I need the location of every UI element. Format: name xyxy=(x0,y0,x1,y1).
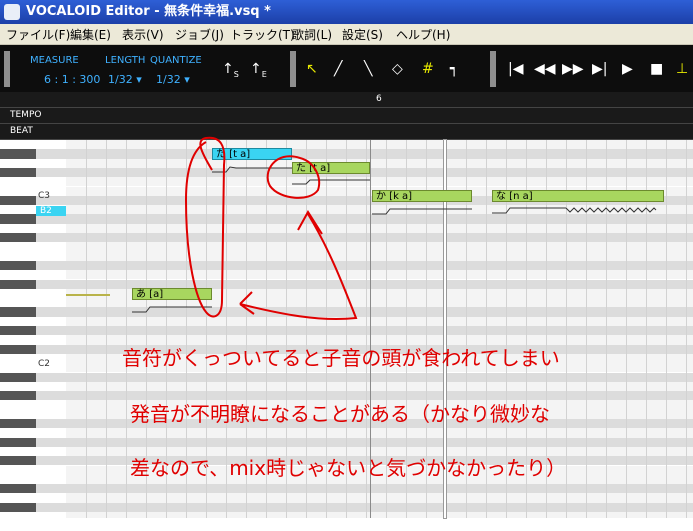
annotation-line-3: 差なので、mix時じゃないと気づかなかったり） xyxy=(130,456,567,480)
pitch-line-ka xyxy=(372,208,472,215)
pitch-line-ta-2 xyxy=(292,179,370,185)
pitch-line-na xyxy=(492,207,566,214)
pitch-overlay xyxy=(132,136,657,321)
pitch-line-a xyxy=(132,306,212,313)
white-key[interactable] xyxy=(0,521,66,531)
vibrato-line-na xyxy=(565,207,657,213)
annotation-vertical-outline xyxy=(184,136,226,318)
annotation-circle xyxy=(266,155,320,199)
annotation-line-2: 発音が不明瞭になることがある（かなり微妙な xyxy=(130,402,550,426)
annotation-arrow-up xyxy=(239,210,358,321)
annotation-line-1: 音符がくっついてると子音の頭が食われてしまい xyxy=(122,346,560,370)
